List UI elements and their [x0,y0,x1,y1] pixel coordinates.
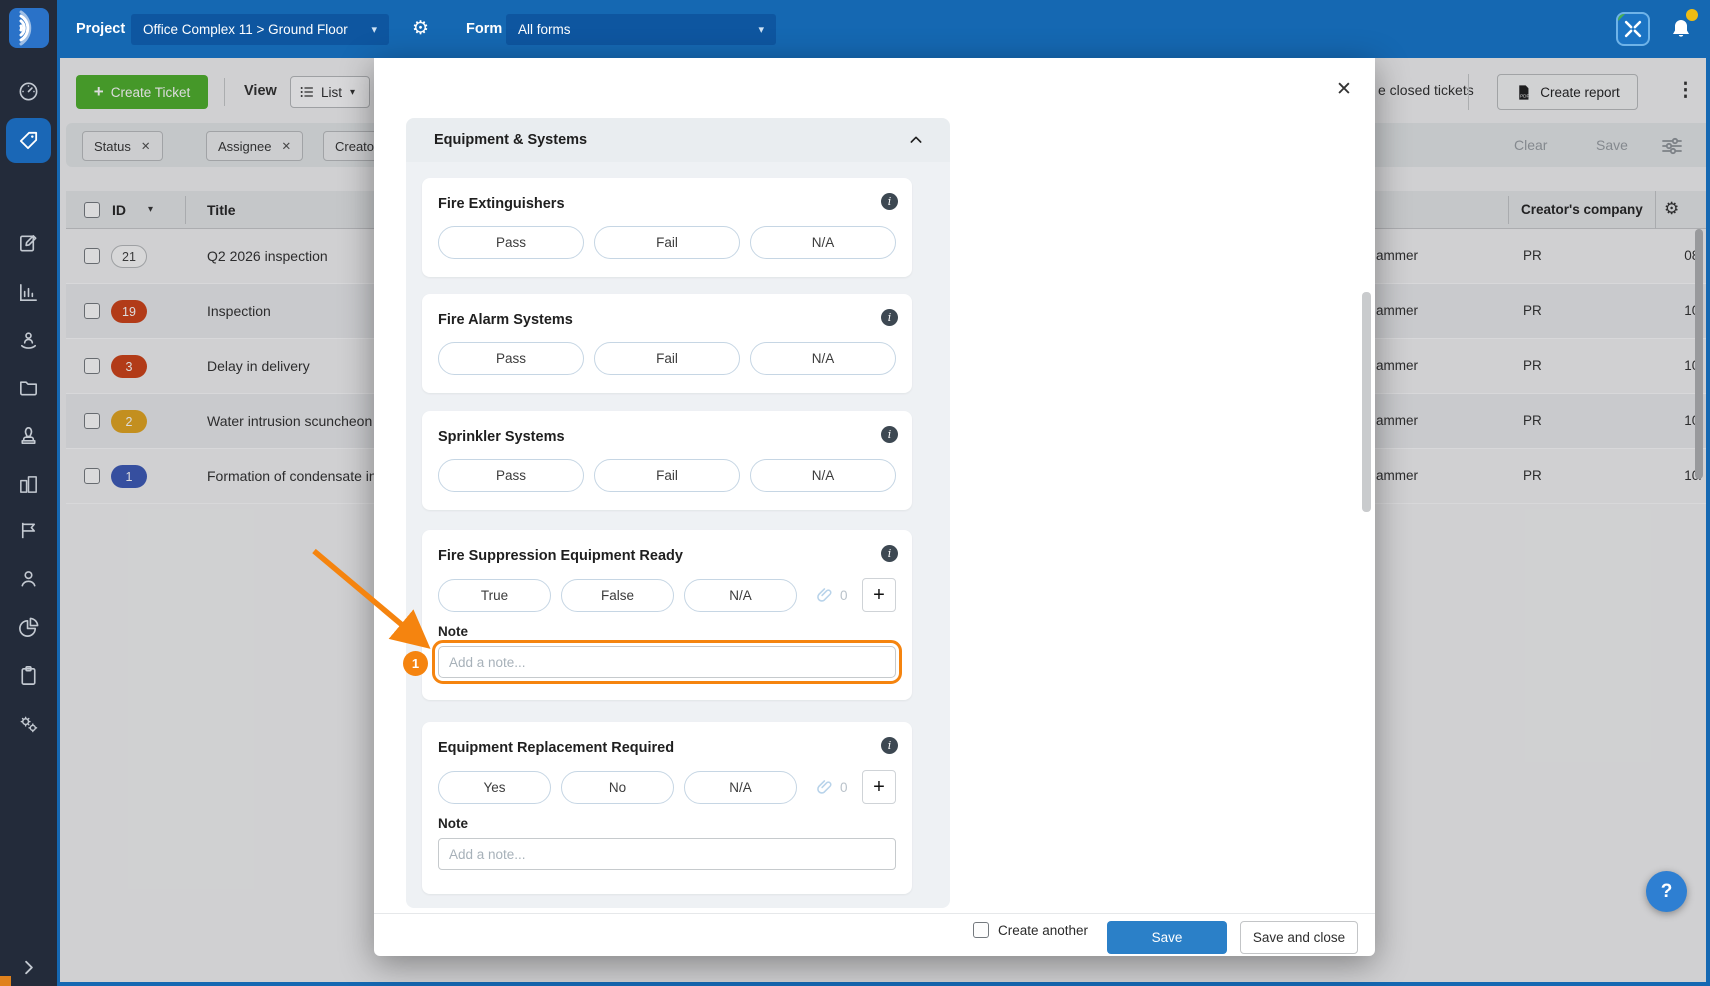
app-root: Project Office Complex 11 > Ground Floor… [0,0,1710,986]
form-dropdown[interactable]: All forms ▾ [506,14,776,45]
form-dropdown-value: All forms [518,22,571,37]
sidebar-item-site-positions-icon[interactable] [17,328,40,351]
close-icon[interactable]: ✕ [1331,76,1357,102]
info-icon[interactable]: i [881,193,898,210]
add-attachment-button[interactable]: + [862,578,896,612]
option-pass-button[interactable]: Pass [438,342,584,375]
apps-launcher-button[interactable] [1616,12,1650,46]
option-yes-button[interactable]: Yes [438,771,551,804]
note-label: Note [438,624,896,639]
option-pass-button[interactable]: Pass [438,459,584,492]
create-another-checkbox[interactable] [973,922,989,938]
chevron-up-icon[interactable] [908,132,924,148]
attachment-count: 0 [840,588,848,603]
frame-right [1706,58,1710,986]
project-dropdown-value: Office Complex 11 > Ground Floor [143,22,348,37]
sidebar-item-dashboard-icon[interactable] [17,80,40,103]
option-false-button[interactable]: False [561,579,674,612]
frame-left [57,58,60,986]
note-input[interactable] [438,838,896,870]
sidebar-item-flags-icon[interactable] [17,519,40,542]
app-logo[interactable] [9,8,49,48]
sidebar-item-analytics-icon[interactable] [17,616,40,639]
info-icon[interactable]: i [881,545,898,562]
logo-tile [0,0,57,58]
sidebar-item-forms-icon[interactable] [17,232,40,255]
annotation-arrow [280,528,455,673]
field-title: Fire Extinguishers [438,196,565,212]
field-card-fire-alarm-systems: Fire Alarm Systems i Pass Fail N/A [422,294,912,393]
attachments-control[interactable]: 0 [815,777,848,797]
modal-scrollbar[interactable] [1362,292,1371,512]
note-input-highlighted[interactable] [438,646,896,678]
save-and-close-button[interactable]: Save and close [1240,921,1358,954]
option-na-button[interactable]: N/A [750,342,896,375]
field-card-equipment-replacement-required: Equipment Replacement Required i Yes No … [422,722,912,894]
create-another-label: Create another [998,923,1088,938]
option-pass-button[interactable]: Pass [438,226,584,259]
sidebar-item-tasks-icon[interactable] [17,664,40,687]
sidebar-item-charts-icon[interactable] [17,281,40,304]
field-title: Sprinkler Systems [438,429,565,445]
sidebar-item-companies-icon[interactable] [17,473,40,496]
field-title: Fire Suppression Equipment Ready [438,548,683,564]
chevron-down-icon: ▾ [371,23,377,36]
annotation-step-badge: 1 [403,651,428,676]
paperclip-icon [815,585,835,605]
note-label: Note [438,816,896,831]
sidebar [0,58,57,986]
notification-dot [1686,9,1698,21]
option-no-button[interactable]: No [561,771,674,804]
help-button[interactable]: ? [1646,871,1687,912]
sidebar-item-settings-icon[interactable] [17,713,40,736]
attachments-control[interactable]: 0 [815,585,848,605]
section-header-equipment-systems[interactable]: Equipment & Systems [406,118,950,162]
sidebar-item-tickets-icon[interactable] [17,129,40,152]
field-title: Fire Alarm Systems [438,312,573,328]
field-title: Equipment Replacement Required [438,740,674,756]
option-fail-button[interactable]: Fail [594,226,740,259]
save-button[interactable]: Save [1107,921,1227,954]
option-na-button[interactable]: N/A [684,771,797,804]
paperclip-icon [815,777,835,797]
form-modal: ✕ Equipment & Systems Fire Extinguishers… [374,58,1375,956]
sidebar-item-folders-icon[interactable] [17,376,40,399]
project-settings-gear-icon[interactable]: ⚙ [412,0,429,58]
option-na-button[interactable]: N/A [750,459,896,492]
sidebar-expand-chevron-icon[interactable] [17,956,40,979]
chevron-down-icon: ▾ [758,23,764,36]
option-na-button[interactable]: N/A [684,579,797,612]
option-fail-button[interactable]: Fail [594,342,740,375]
project-dropdown[interactable]: Office Complex 11 > Ground Floor ▾ [131,14,389,45]
info-icon[interactable]: i [881,426,898,443]
option-na-button[interactable]: N/A [750,226,896,259]
frame-bottom [57,982,1710,986]
apps-accent [1617,13,1626,22]
sidebar-item-stamps-icon[interactable] [17,424,40,447]
field-card-fire-extinguishers: Fire Extinguishers i Pass Fail N/A [422,178,912,277]
project-label: Project [76,0,125,58]
corner-accent [0,976,11,986]
sidebar-item-people-icon[interactable] [17,567,40,590]
info-icon[interactable]: i [881,737,898,754]
footer-divider [374,913,1375,914]
section-body: Fire Extinguishers i Pass Fail N/A Fire … [406,162,950,908]
form-label: Form [466,0,502,58]
section-title: Equipment & Systems [434,132,587,148]
field-card-sprinkler-systems: Sprinkler Systems i Pass Fail N/A [422,411,912,510]
topbar: Project Office Complex 11 > Ground Floor… [0,0,1710,58]
attachment-count: 0 [840,780,848,795]
field-card-fire-suppression-equipment-ready: Fire Suppression Equipment Ready i True … [422,530,912,700]
info-icon[interactable]: i [881,309,898,326]
add-attachment-button[interactable]: + [862,770,896,804]
option-fail-button[interactable]: Fail [594,459,740,492]
